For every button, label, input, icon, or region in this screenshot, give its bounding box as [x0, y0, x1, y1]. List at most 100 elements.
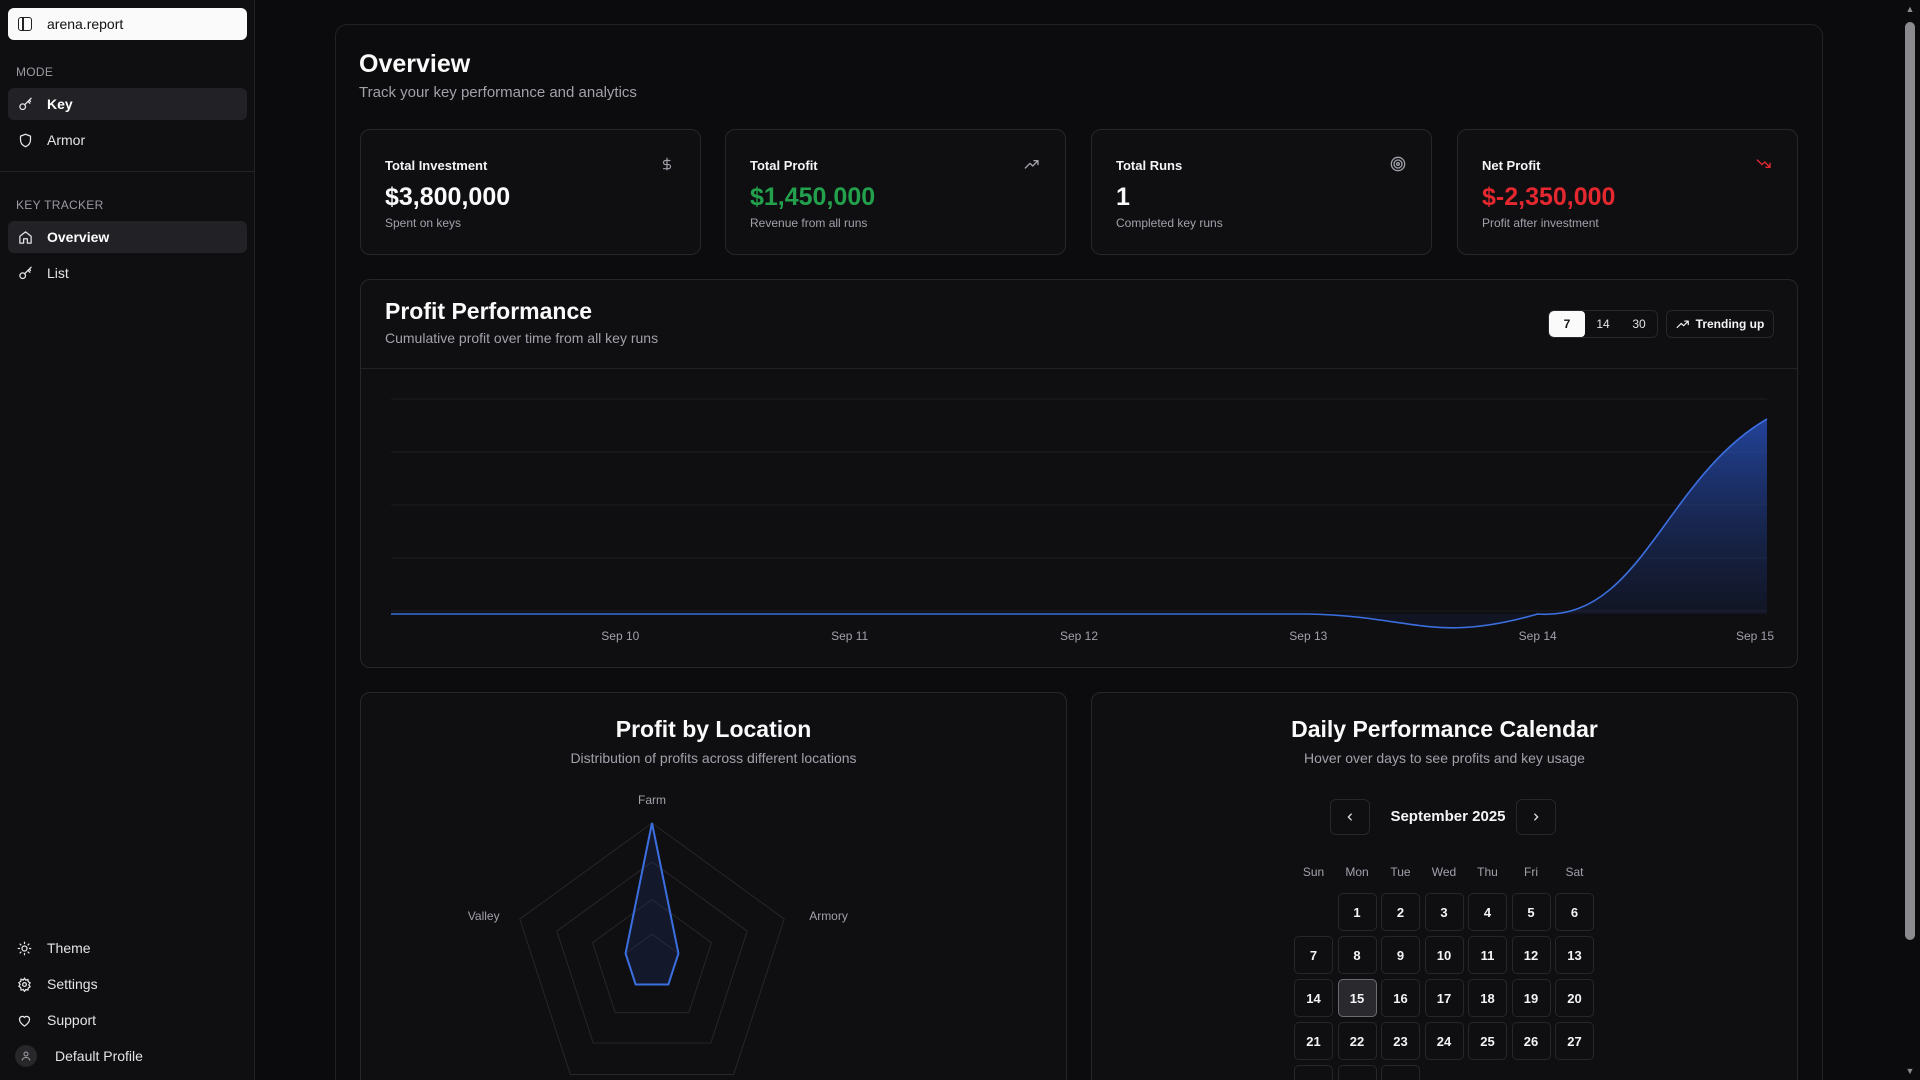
previous-month-button[interactable]	[1330, 799, 1370, 835]
calendar-day[interactable]: 20	[1555, 979, 1594, 1017]
radar-axis-label: Valley	[467, 909, 500, 924]
calendar-day[interactable]: 14	[1294, 979, 1333, 1017]
calendar-day[interactable]: 23	[1381, 1022, 1420, 1060]
sidebar-item-label: Armor	[47, 132, 86, 148]
sidebar-item-support[interactable]: Support	[8, 1004, 247, 1036]
range-14-button[interactable]: 14	[1585, 311, 1621, 337]
calendar-day[interactable]: 29	[1337, 1065, 1377, 1080]
calendar-day[interactable]: 22	[1337, 1022, 1377, 1060]
calendar-day[interactable]: 16	[1381, 979, 1420, 1017]
x-tick-label: Sep 12	[1060, 629, 1098, 643]
sidebar-item-label: Overview	[47, 229, 110, 245]
profit-series-line	[391, 418, 1768, 629]
x-tick-label: Sep 11	[831, 629, 868, 643]
weekday-label: Thu	[1477, 865, 1498, 879]
calendar-title: Daily Performance Calendar	[1291, 716, 1598, 742]
shield-icon	[17, 132, 33, 148]
chevron-left-icon	[1347, 813, 1352, 821]
calendar-day[interactable]: 19	[1511, 979, 1551, 1017]
sidebar-item-label: List	[47, 265, 69, 281]
calendar-day[interactable]: 28	[1294, 1065, 1333, 1080]
sidebar-item-label: Theme	[47, 940, 91, 956]
calendar-day[interactable]: 25	[1468, 1022, 1507, 1060]
stat-description: Revenue from all runs	[750, 216, 868, 230]
next-month-button[interactable]	[1516, 799, 1556, 835]
stat-title: Total Investment	[385, 158, 488, 173]
stat-card-net-profit: Net Profit $-2,350,000 Profit after inve…	[1457, 129, 1798, 255]
brand-name: arena.report	[47, 16, 124, 32]
weekday-label: Sun	[1302, 865, 1325, 879]
calendar-day[interactable]: 6	[1555, 893, 1594, 931]
stat-value: $1,450,000	[750, 183, 876, 211]
radar-axis-label: Armory	[809, 909, 848, 924]
x-tick-label: Sep 10	[601, 629, 639, 643]
calendar-day[interactable]: 17	[1424, 979, 1464, 1017]
calendar-month-label: September 2025	[1390, 808, 1506, 825]
location-radar-chart	[519, 822, 785, 1075]
range-30-button[interactable]: 30	[1621, 311, 1657, 337]
calendar-day[interactable]: 4	[1468, 893, 1507, 931]
weekday-label: Fri	[1524, 865, 1538, 879]
calendar-day[interactable]: 24	[1424, 1022, 1464, 1060]
calendar-day[interactable]: 3	[1424, 893, 1464, 931]
sidebar-item-list[interactable]: List	[8, 257, 247, 289]
stat-card-total-profit: Total Profit $1,450,000 Revenue from all…	[725, 129, 1066, 255]
stat-card-total-runs: Total Runs 1 Completed key runs	[1091, 129, 1432, 255]
calendar-day[interactable]: 18	[1468, 979, 1507, 1017]
calendar-subtitle: Hover over days to see profits and key u…	[1304, 750, 1585, 766]
calendar-day[interactable]: 1	[1337, 893, 1377, 931]
weekday-label: Sat	[1565, 865, 1584, 879]
scroll-up-arrow[interactable]: ▲	[1905, 4, 1915, 14]
calendar-day[interactable]: 8	[1337, 936, 1377, 974]
range-7-button[interactable]: 7	[1549, 311, 1585, 337]
calendar-day[interactable]: 30	[1381, 1065, 1420, 1080]
target-icon	[1389, 155, 1407, 173]
calendar-day[interactable]: 7	[1294, 936, 1333, 974]
mode-section-label: MODE	[16, 65, 54, 79]
chart-subtitle: Cumulative profit over time from all key…	[385, 330, 659, 346]
profit-by-location-card: Profit by Location Distribution of profi…	[360, 692, 1067, 1080]
sidebar-toggle-icon[interactable]	[18, 17, 32, 31]
calendar-day[interactable]: 12	[1511, 936, 1551, 974]
profile-name: Default Profile	[55, 1048, 143, 1064]
profile-switcher[interactable]: Default Profile	[8, 1040, 247, 1072]
sidebar-item-key[interactable]: Key	[8, 88, 247, 120]
calendar-day[interactable]: 10	[1424, 936, 1464, 974]
tracker-section-label: KEY TRACKER	[16, 198, 104, 212]
trending-up-icon	[1676, 320, 1689, 329]
page-title: Overview	[359, 50, 471, 78]
profit-line-chart: Sep 10 Sep 11 Sep 12 Sep 13 Sep 14 Sep 15	[391, 398, 1774, 643]
scroll-down-arrow[interactable]: ▼	[1905, 1066, 1915, 1076]
scrollbar-thumb[interactable]	[1905, 22, 1915, 940]
home-icon	[17, 229, 33, 245]
heart-icon	[16, 1012, 32, 1028]
stat-description: Profit after investment	[1482, 216, 1599, 230]
profit-area-fill	[391, 419, 1767, 628]
gear-icon	[16, 976, 32, 992]
calendar-day[interactable]: 2	[1381, 893, 1420, 931]
calendar-day[interactable]: 9	[1381, 936, 1420, 974]
sidebar-item-theme[interactable]: Theme	[8, 932, 247, 964]
calendar-day[interactable]: 21	[1294, 1022, 1333, 1060]
calendar-day[interactable]: 26	[1511, 1022, 1551, 1060]
sun-icon	[16, 940, 32, 956]
sidebar-item-armor[interactable]: Armor	[8, 124, 247, 156]
radar-axis-label: Farm	[638, 793, 666, 807]
radar-series-shape	[624, 822, 680, 986]
sidebar-item-settings[interactable]: Settings	[8, 968, 247, 1000]
dollar-icon	[658, 155, 676, 173]
trending-up-icon	[1023, 155, 1041, 173]
calendar-day[interactable]: 5	[1511, 893, 1551, 931]
chevron-right-icon	[1534, 813, 1539, 821]
calendar-day[interactable]: 11	[1468, 936, 1507, 974]
weekday-label: Mon	[1345, 865, 1369, 879]
calendar-day[interactable]: 27	[1555, 1022, 1594, 1060]
calendar-day[interactable]: 13	[1555, 936, 1594, 974]
trending-up-button[interactable]: Trending up	[1666, 310, 1774, 338]
calendar-day[interactable]: 15	[1337, 979, 1377, 1017]
key-icon	[17, 265, 33, 281]
sidebar-item-overview[interactable]: Overview	[8, 221, 247, 253]
range-toggle-group: 7 14 30	[1548, 310, 1658, 338]
app-switcher[interactable]: arena.report	[8, 8, 247, 40]
page-subtitle: Track your key performance and analytics	[359, 84, 637, 101]
